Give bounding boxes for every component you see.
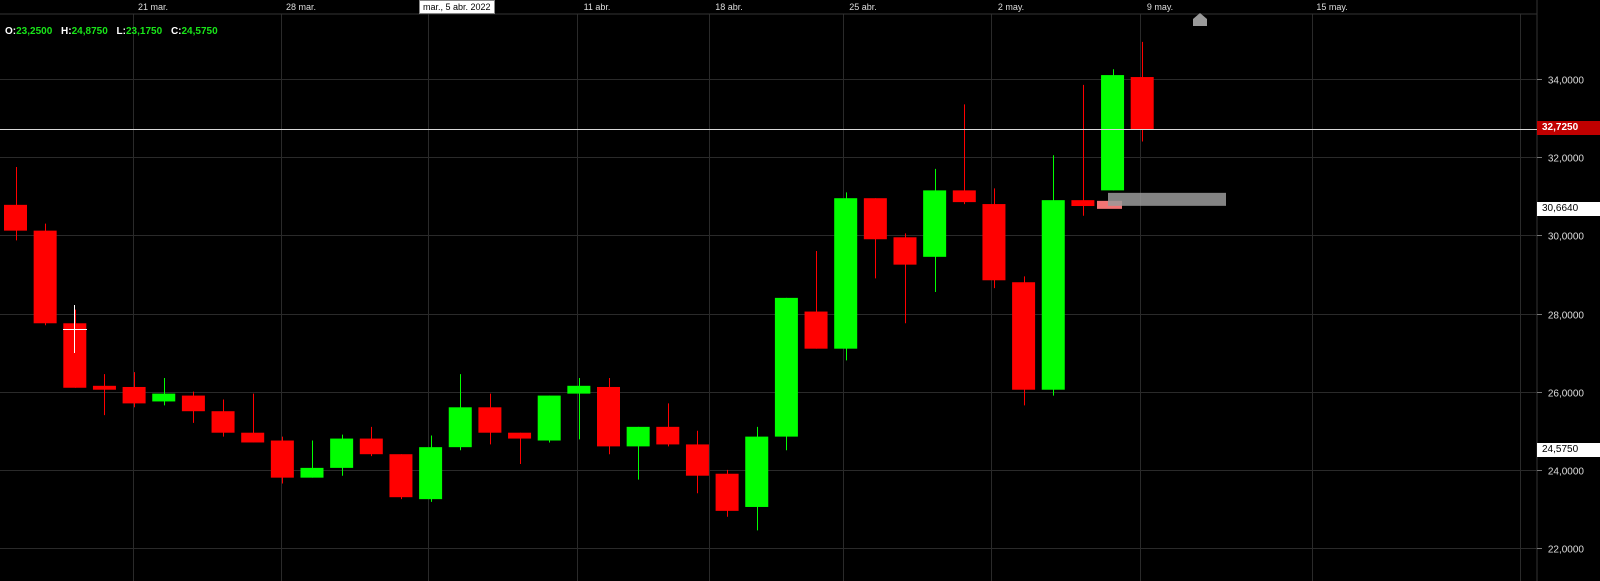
candle-down [270, 436, 294, 484]
ohlc-readout: O:23,2500 H:24,8750 L:23,1750 C:24,5750 [5, 26, 224, 37]
candle-body [4, 204, 27, 231]
x-tick-label: 11 abr. [584, 2, 611, 12]
candle-body [597, 386, 620, 447]
y-tick-label: 28,0000 [1548, 311, 1585, 322]
x-tick-label: 21 mar. [138, 2, 168, 12]
candle-body [537, 395, 561, 441]
candle-body [774, 297, 798, 437]
plot-background [0, 0, 1600, 581]
close-label: C: [170, 26, 182, 37]
price-tag-level-b: 24,5750 [1537, 443, 1600, 457]
candle-body [656, 426, 680, 445]
candle-body [863, 198, 887, 240]
candle-body [508, 432, 532, 439]
candle-down [389, 454, 413, 500]
y-tick-label: 22,0000 [1548, 545, 1585, 556]
x-tick-label: 28 mar. [286, 2, 316, 12]
x-axis: 21 mar. 28 mar. 11 abr. 18 abr. 25 abr. 2 may… [0, 0, 1600, 15]
candle-body [181, 395, 205, 412]
candle-body [685, 444, 709, 476]
candle-body [419, 447, 443, 500]
candle-body [893, 237, 917, 265]
candle-down [33, 223, 57, 326]
price-tag-level-a: 30,6640 [1537, 202, 1600, 216]
candle-body [270, 440, 294, 478]
current-price-tag: 32,7250 [1537, 121, 1600, 135]
low-label: L: [116, 26, 126, 37]
candle-up [774, 297, 798, 451]
close-value: 24,5750 [181, 26, 218, 37]
x-tick-label: 15 may. [1316, 2, 1347, 12]
high-label: H: [61, 26, 72, 37]
candle-body [448, 407, 472, 448]
y-tick-label: 32,0000 [1548, 154, 1585, 165]
candle-body [300, 467, 324, 478]
candle-body [745, 436, 769, 507]
x-tick-label: 18 abr. [715, 2, 743, 12]
open-label: O: [5, 26, 17, 37]
candle-body [241, 432, 265, 443]
x-tick-label: 2 may. [998, 2, 1024, 12]
candle-body [834, 198, 858, 349]
y-tick-label: 24,0000 [1548, 467, 1585, 478]
candle-body [389, 454, 413, 498]
candle-body [804, 311, 828, 349]
crosshair-date-label: mar., 5 abr. 2022 [419, 0, 495, 14]
high-value: 24,8750 [71, 26, 108, 37]
candle-down [1012, 276, 1036, 406]
candle-up [537, 395, 561, 443]
candle-body [982, 204, 1006, 281]
candle-body [359, 438, 383, 455]
forecast-range-bar [1108, 192, 1226, 206]
candle-body [923, 190, 947, 257]
candle-body [715, 473, 739, 511]
candle-body [1071, 200, 1095, 207]
candle-up [834, 192, 858, 361]
low-value: 23,1750 [126, 26, 163, 37]
candlestick-chart[interactable]: 21 mar. 28 mar. 11 abr. 18 abr. 25 abr. 2 may… [0, 0, 1600, 581]
candle-body [1012, 282, 1036, 390]
candle-down [597, 377, 620, 455]
candle-body [1041, 200, 1065, 390]
candle-body [478, 407, 502, 433]
candle-down [715, 469, 739, 517]
open-value: 23,2500 [16, 26, 53, 37]
x-axis-bar [0, 0, 1600, 14]
x-tick-label: 25 abr. [849, 2, 877, 12]
candle-body [92, 385, 116, 390]
candle-body [152, 393, 176, 402]
candle-body [1130, 77, 1154, 130]
candle-body [567, 385, 591, 394]
candle-body [33, 230, 57, 324]
candle-body [211, 411, 235, 433]
y-tick-label: 30,0000 [1548, 232, 1585, 243]
candle-body [626, 426, 650, 447]
candle-body [122, 386, 146, 404]
y-tick-label: 26,0000 [1548, 389, 1585, 400]
x-tick-label: 9 may. [1147, 2, 1173, 12]
candle-body [1101, 75, 1125, 191]
y-tick-label: 34,0000 [1548, 76, 1585, 87]
candle-body [330, 438, 354, 468]
candle-body [952, 190, 976, 203]
